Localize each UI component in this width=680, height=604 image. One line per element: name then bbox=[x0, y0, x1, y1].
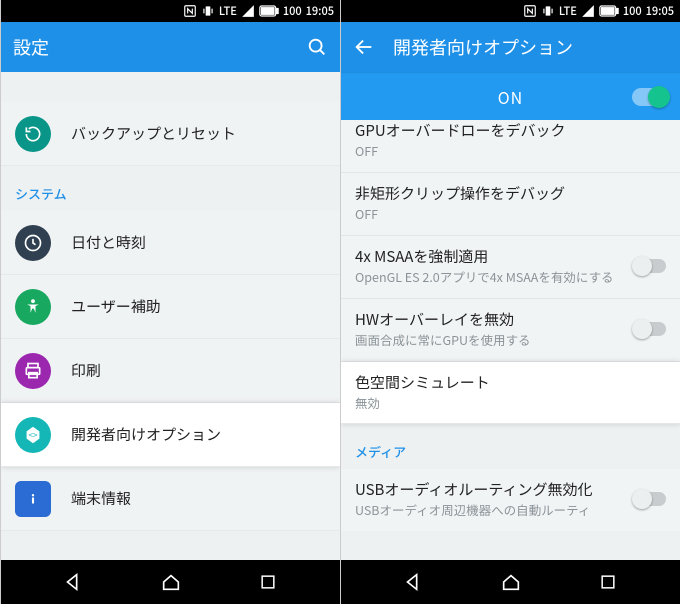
row-usb-audio[interactable]: USBオーディオルーティング無効化 USBオーディオ周辺機器への自動ルーティ bbox=[341, 469, 680, 531]
phone-right: LTE 100 19:05 開発者向けオプション ON GPUオーバードローをデ… bbox=[340, 0, 680, 604]
status-time: 19:05 bbox=[306, 3, 334, 19]
row-subtitle: 無効 bbox=[355, 395, 666, 412]
status-battery: 100 bbox=[283, 3, 302, 19]
row-force-msaa[interactable]: 4x MSAAを強制適用 OpenGL ES 2.0アプリで4x MSAAを有効… bbox=[341, 236, 680, 299]
square-icon bbox=[258, 572, 278, 592]
navigation-bar bbox=[1, 560, 340, 604]
search-icon bbox=[306, 36, 328, 58]
about-icon bbox=[15, 481, 51, 517]
row-switch[interactable] bbox=[634, 259, 666, 273]
home-icon bbox=[160, 571, 182, 593]
row-subtitle: USBオーディオ周辺機器への自動ルーティ bbox=[355, 502, 624, 519]
master-switch-bar[interactable]: ON bbox=[341, 72, 680, 120]
triangle-back-icon bbox=[402, 571, 424, 593]
row-title: USBオーディオルーティング無効化 bbox=[355, 479, 624, 500]
row-title: 色空間シミュレート bbox=[355, 372, 666, 393]
section-media: メディア bbox=[341, 424, 680, 469]
devopts-list: GPUオーバードローをデバック OFF 非矩形クリップ操作をデバッグ OFF 4… bbox=[341, 120, 680, 560]
row-label: 端末情報 bbox=[71, 488, 326, 509]
row-title: 非矩形クリップ操作をデバッグ bbox=[355, 183, 666, 204]
page-title: 開発者向けオプション bbox=[393, 34, 668, 60]
svg-text:<>: <> bbox=[28, 428, 38, 440]
row-disable-hw-overlay[interactable]: HWオーバーレイを無効 画面合成に常にGPUを使用する bbox=[341, 299, 680, 362]
app-bar: 設定 bbox=[1, 22, 340, 72]
nav-up-button[interactable] bbox=[353, 36, 375, 58]
nav-recent-button[interactable] bbox=[583, 572, 633, 592]
nfc-icon bbox=[183, 4, 197, 18]
nav-home-button[interactable] bbox=[146, 571, 196, 593]
nav-home-button[interactable] bbox=[486, 571, 536, 593]
battery-icon bbox=[259, 5, 279, 17]
row-print[interactable]: 印刷 bbox=[1, 339, 340, 403]
status-lte: LTE bbox=[559, 3, 577, 19]
arrow-left-icon bbox=[353, 36, 375, 58]
row-subtitle: OFF bbox=[355, 206, 666, 223]
row-title: 4x MSAAを強制適用 bbox=[355, 246, 624, 267]
status-lte: LTE bbox=[219, 3, 237, 19]
row-switch[interactable] bbox=[634, 322, 666, 336]
home-icon bbox=[500, 571, 522, 593]
row-label: 開発者向けオプション bbox=[71, 424, 326, 445]
status-time: 19:05 bbox=[646, 3, 674, 19]
nfc-icon bbox=[523, 4, 537, 18]
status-bar: LTE 100 19:05 bbox=[1, 0, 340, 22]
settings-list: バックアップとリセット システム 日付と時刻 ユーザー補助 印刷 <> bbox=[1, 72, 340, 560]
navigation-bar bbox=[341, 560, 680, 604]
master-switch-label: ON bbox=[498, 85, 523, 109]
clock-icon bbox=[15, 225, 51, 261]
signal-icon bbox=[241, 4, 255, 18]
row-title: GPUオーバードローをデバック bbox=[355, 120, 666, 141]
search-button[interactable] bbox=[306, 36, 328, 58]
row-subtitle: OpenGL ES 2.0アプリで4x MSAAを有効にする bbox=[355, 269, 624, 286]
row-about-phone[interactable]: 端末情報 bbox=[1, 467, 340, 531]
row-clip-debug[interactable]: 非矩形クリップ操作をデバッグ OFF bbox=[341, 173, 680, 236]
row-title: HWオーバーレイを無効 bbox=[355, 309, 624, 330]
row-gpu-overdraw[interactable]: GPUオーバードローをデバック OFF bbox=[341, 120, 680, 173]
triangle-back-icon bbox=[62, 571, 84, 593]
backup-icon bbox=[15, 116, 51, 152]
vibrate-icon bbox=[541, 4, 555, 18]
print-icon bbox=[15, 353, 51, 389]
row-label: バックアップとリセット bbox=[71, 123, 326, 144]
section-system: システム bbox=[1, 166, 340, 211]
row-datetime[interactable]: 日付と時刻 bbox=[1, 211, 340, 275]
row-subtitle: 画面合成に常にGPUを使用する bbox=[355, 332, 624, 349]
row-backup-reset[interactable]: バックアップとリセット bbox=[1, 102, 340, 166]
accessibility-icon bbox=[15, 289, 51, 325]
spacer bbox=[1, 72, 340, 102]
status-battery: 100 bbox=[623, 3, 642, 19]
row-simulate-color-space[interactable]: 色空間シミュレート 無効 bbox=[341, 362, 680, 425]
row-label: ユーザー補助 bbox=[71, 296, 326, 317]
dev-icon: <> bbox=[15, 417, 51, 453]
phone-left: LTE 100 19:05 設定 バックアップとリセット システム 日付と時 bbox=[0, 0, 340, 604]
row-developer-options[interactable]: <> 開発者向けオプション bbox=[1, 403, 340, 467]
page-title: 設定 bbox=[13, 34, 306, 60]
row-label: 日付と時刻 bbox=[71, 232, 326, 253]
signal-icon bbox=[581, 4, 595, 18]
battery-icon bbox=[599, 5, 619, 17]
row-subtitle: OFF bbox=[355, 143, 666, 160]
vibrate-icon bbox=[201, 4, 215, 18]
square-icon bbox=[598, 572, 618, 592]
row-accessibility[interactable]: ユーザー補助 bbox=[1, 275, 340, 339]
nav-back-button[interactable] bbox=[388, 571, 438, 593]
row-label: 印刷 bbox=[71, 360, 326, 381]
nav-back-button[interactable] bbox=[48, 571, 98, 593]
row-switch[interactable] bbox=[634, 492, 666, 506]
status-bar: LTE 100 19:05 bbox=[341, 0, 680, 22]
app-bar: 開発者向けオプション bbox=[341, 22, 680, 72]
nav-recent-button[interactable] bbox=[243, 572, 293, 592]
master-switch[interactable] bbox=[632, 88, 668, 106]
